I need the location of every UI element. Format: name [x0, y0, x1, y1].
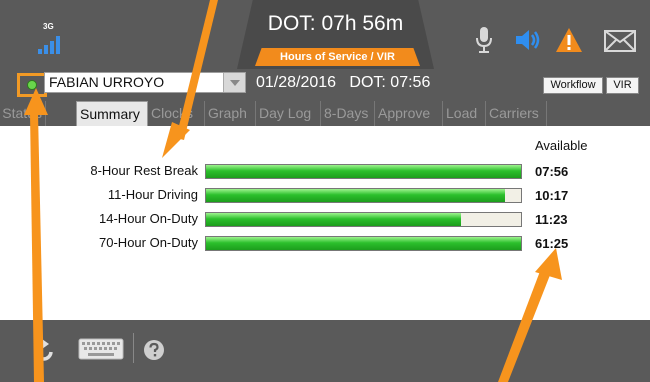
- tab-carriers[interactable]: Carriers: [486, 101, 547, 126]
- progress-fill: [206, 189, 506, 202]
- vir-button[interactable]: VIR: [606, 77, 639, 94]
- tab-day-log[interactable]: Day Log: [256, 101, 321, 126]
- toolbar-divider: [133, 333, 134, 363]
- progress-bar: [205, 188, 522, 203]
- available-value: 11:23: [535, 212, 568, 227]
- microphone-icon[interactable]: [474, 25, 494, 55]
- warning-icon[interactable]: [555, 26, 583, 54]
- tab-bar: Status Summary Clocks Graph Day Log 8-Da…: [0, 101, 650, 126]
- progress-bar: [205, 236, 522, 251]
- tab-graph[interactable]: Graph: [205, 101, 256, 126]
- network-label: 3G: [43, 22, 54, 31]
- tab-8-days[interactable]: 8-Days: [321, 101, 375, 126]
- tab-status[interactable]: Status: [0, 101, 46, 126]
- workflow-button[interactable]: Workflow: [543, 77, 603, 94]
- date-dot-clock: 01/28/2016 DOT: 07:56: [256, 74, 431, 91]
- row-label: 11-Hour Driving: [107, 187, 198, 202]
- section-tab-hos-vir[interactable]: Hours of Service / VIR: [255, 48, 420, 66]
- progress-bar: [205, 212, 522, 227]
- driver-status-indicator[interactable]: [17, 73, 47, 97]
- progress-fill: [206, 237, 521, 250]
- available-header: Available: [535, 138, 588, 153]
- speaker-icon[interactable]: [514, 29, 544, 51]
- status-dot-icon: [27, 80, 37, 90]
- available-value: 07:56: [535, 164, 569, 179]
- help-icon[interactable]: [143, 339, 165, 361]
- progress-fill: [206, 213, 462, 226]
- row-label: 8-Hour Rest Break: [90, 163, 198, 178]
- progress-bar: [205, 164, 522, 179]
- tab-summary[interactable]: Summary: [76, 101, 148, 126]
- mail-icon[interactable]: [604, 30, 636, 52]
- signal-bars-icon: 3G: [33, 22, 60, 58]
- tab-load[interactable]: Load: [443, 101, 486, 126]
- available-value: 10:17: [535, 188, 569, 203]
- driver-select[interactable]: FABIAN URROYO: [44, 72, 246, 93]
- available-value: 61:25: [535, 236, 569, 251]
- tab-approve[interactable]: Approve: [375, 101, 443, 126]
- row-label: 14-Hour On-Duty: [99, 211, 198, 226]
- driver-name: FABIAN URROYO: [49, 74, 165, 90]
- dot-remaining: DOT: 07h 56m: [267, 12, 404, 35]
- progress-fill: [206, 165, 521, 178]
- refresh-icon[interactable]: [32, 339, 56, 363]
- tab-clocks[interactable]: Clocks: [148, 101, 205, 126]
- keyboard-icon[interactable]: [78, 338, 124, 360]
- chevron-down-icon[interactable]: [223, 73, 245, 92]
- row-label: 70-Hour On-Duty: [99, 235, 198, 250]
